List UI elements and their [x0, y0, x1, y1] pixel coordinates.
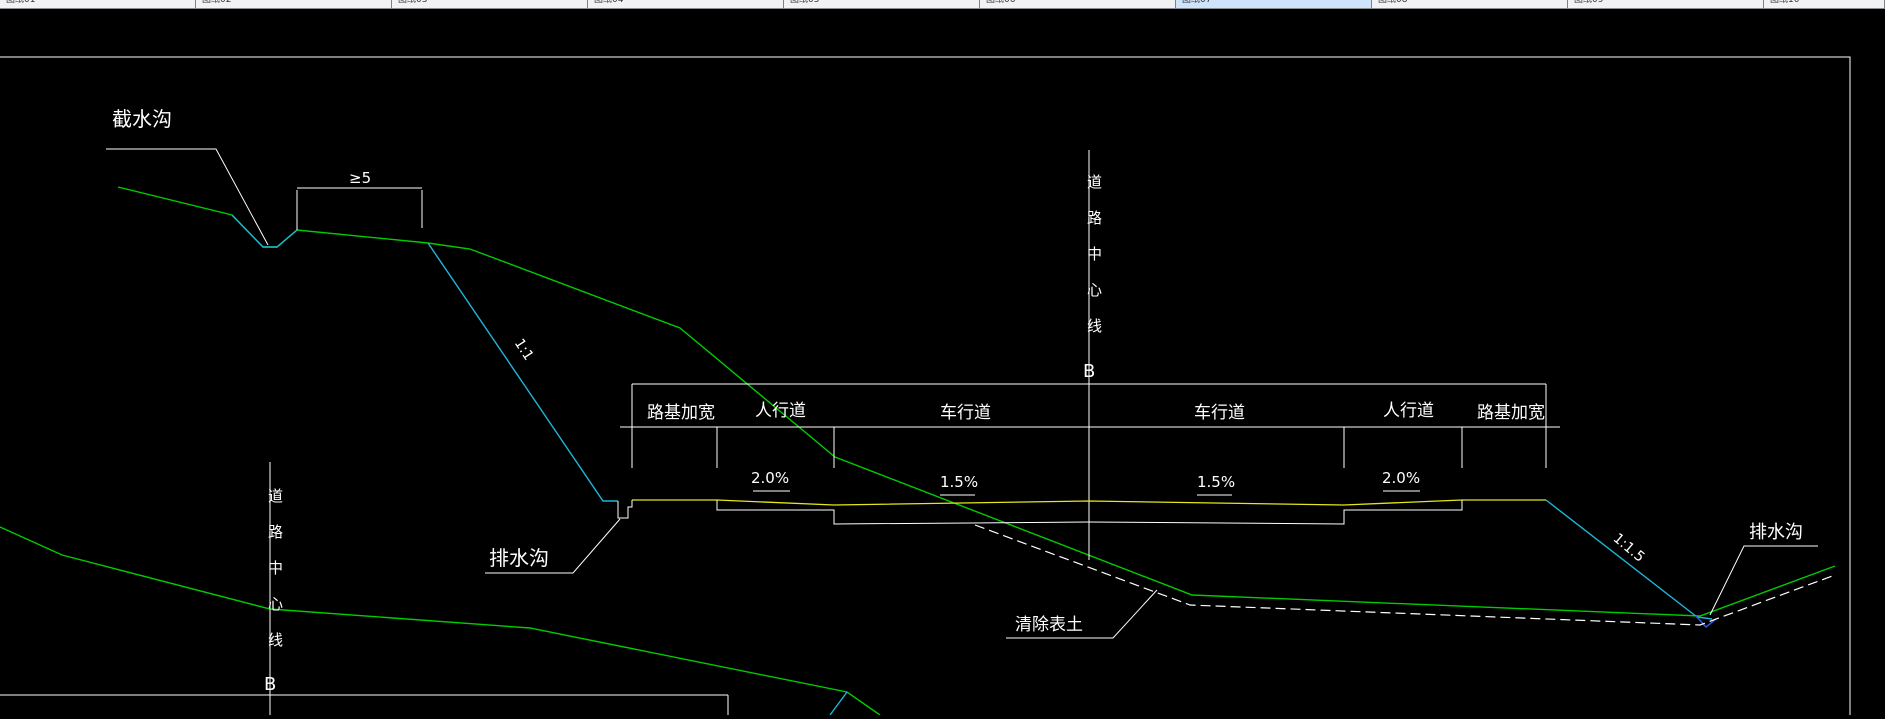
- drawing-tab[interactable]: 图纸09: [1568, 0, 1764, 8]
- intercept-ditch-shape: [231, 214, 298, 248]
- drawing-tab[interactable]: 图纸03: [392, 0, 588, 8]
- cad-drawing-canvas[interactable]: 截水沟 ≥5 1:1 道路中心线 B 路基加宽 人行道 车行道 车行道 人行道 …: [0, 9, 1885, 716]
- sidewalk-right-label: 人行道: [1383, 401, 1434, 421]
- fill-slope-label: 1:1.5: [1610, 530, 1648, 565]
- drawing-tab[interactable]: 图纸04: [588, 0, 784, 8]
- drawing-tab[interactable]: 图纸06: [980, 0, 1176, 8]
- width-dimensions: [620, 383, 1560, 468]
- carriageway-right-label: 车行道: [1194, 403, 1245, 423]
- drawing-tab[interactable]: 图纸01: [0, 0, 196, 8]
- left-drain-ditch-shape: [617, 500, 633, 519]
- sidewalk-left-label: 人行道: [755, 401, 806, 421]
- drain-ditch-right-label: 排水沟: [1749, 522, 1803, 543]
- road-centerline-label: 道路中心线: [1085, 174, 1103, 354]
- grade-lane-right: 1.5%: [1197, 473, 1235, 491]
- subgrade-widen-left-label: 路基加宽: [647, 403, 715, 423]
- grade-lane-left: 1.5%: [940, 473, 978, 491]
- min-width-dimension: [296, 187, 423, 230]
- right-drain-ditch-leader: [1709, 545, 1818, 616]
- natural-ground-line: [117, 186, 1836, 617]
- drawing-tab[interactable]: 图纸05: [784, 0, 980, 8]
- grade-sidewalk-left: 2.0%: [751, 469, 789, 487]
- lower-point-b-label: B: [264, 674, 276, 695]
- min-width-label: ≥5: [349, 169, 371, 187]
- cut-slope-line: [427, 242, 618, 502]
- drawing-tab-bar: 图纸01 图纸02 图纸03 图纸04 图纸05 图纸06 图纸07 图纸08 …: [0, 0, 1885, 9]
- carriageway-left-label: 车行道: [940, 403, 991, 423]
- drawing-tab-active[interactable]: 图纸07: [1176, 0, 1372, 8]
- topsoil-removal-label: 清除表土: [1015, 615, 1083, 635]
- drawing-tab[interactable]: 图纸10: [1764, 0, 1885, 8]
- lower-slope-line: [829, 691, 848, 716]
- drain-ditch-left-label: 排水沟: [489, 546, 549, 570]
- lower-width-dimensions: [0, 694, 729, 715]
- cut-slope-label: 1:1: [511, 336, 537, 364]
- grade-sidewalk-right: 2.0%: [1382, 469, 1420, 487]
- lower-natural-ground-line: [0, 526, 881, 716]
- topsoil-removal-line: [974, 524, 1836, 626]
- intercept-ditch-label: 截水沟: [112, 107, 172, 131]
- drawing-tab[interactable]: 图纸08: [1372, 0, 1568, 8]
- lower-road-centerline-label: 道路中心线: [266, 488, 284, 668]
- intercept-ditch-leader: [106, 148, 269, 246]
- cross-section-drawing: 截水沟 ≥5 1:1 道路中心线 B 路基加宽 人行道 车行道 车行道 人行道 …: [0, 56, 1851, 716]
- fill-slope-line: [1545, 499, 1713, 620]
- point-b-label: B: [1083, 361, 1095, 382]
- drawing-tab[interactable]: 图纸02: [196, 0, 392, 8]
- subgrade-widen-right-label: 路基加宽: [1477, 403, 1545, 423]
